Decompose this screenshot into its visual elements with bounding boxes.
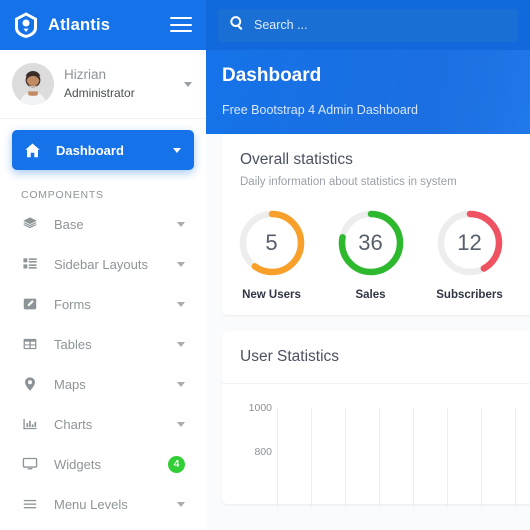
status-badge: 4 xyxy=(168,455,185,473)
sidebar-item-forms[interactable]: Forms xyxy=(0,284,206,324)
chevron-down-icon[interactable] xyxy=(177,221,185,227)
sidebar-item-dashboard-wrap: Dashboard xyxy=(0,130,206,170)
chevron-down-icon[interactable] xyxy=(177,501,185,507)
table-icon xyxy=(22,336,43,352)
chevron-down-icon[interactable] xyxy=(177,341,185,347)
stat-value: 12 xyxy=(457,230,482,255)
donut-chart-new-users: 5 xyxy=(237,208,307,278)
sidebar-item-label: Menu Levels xyxy=(54,496,128,512)
sidebar-item-label: Base xyxy=(54,216,84,232)
y-axis-tick: 800 xyxy=(254,446,272,458)
menu-lines-icon xyxy=(22,496,43,512)
donut-chart-subscribers: 12 xyxy=(435,208,505,278)
bar-chart-icon xyxy=(22,416,43,432)
card-title: User Statistics xyxy=(240,348,340,365)
sidebar-item-base[interactable]: Base xyxy=(0,204,206,244)
stat-sales: 36 Sales xyxy=(321,208,420,301)
main-area: Search ... Dashboard Free Bootstrap 4 Ad… xyxy=(206,0,530,530)
sidebar-item-charts[interactable]: Charts xyxy=(0,404,206,444)
sidebar-item-widgets[interactable]: Widgets 4 xyxy=(0,444,206,484)
sidebar-nav: Dashboard COMPONENTS Base Sidebar Layout… xyxy=(0,119,206,524)
brand-name: Atlantis xyxy=(48,15,111,34)
chevron-down-icon[interactable] xyxy=(184,81,192,87)
pencil-square-icon xyxy=(22,296,43,312)
sidebar-item-label: Maps xyxy=(54,376,86,392)
gridline xyxy=(481,408,482,508)
chevron-down-icon[interactable] xyxy=(177,261,185,267)
stat-subscribers: 12 Subscribers xyxy=(420,208,519,301)
sidebar-user-box[interactable]: Hizrian Administrator xyxy=(0,50,206,119)
gridline xyxy=(311,408,312,508)
map-pin-icon xyxy=(22,376,43,392)
user-statistics-card: User Statistics 1000 800 xyxy=(222,331,530,508)
page-title: Dashboard xyxy=(222,65,322,86)
dashboard-screen: Atlantis Hizrian Administrator Dashboard… xyxy=(0,0,530,530)
user-statistics-chart: 1000 800 xyxy=(222,384,530,508)
sidebar-item-label: Widgets xyxy=(54,456,101,472)
chevron-down-icon[interactable] xyxy=(177,421,185,427)
overall-statistics-card: Overall statistics Daily information abo… xyxy=(222,134,530,315)
search-input[interactable]: Search ... xyxy=(218,8,518,42)
sidebar-logo-header: Atlantis xyxy=(0,0,206,50)
stat-label: Subscribers xyxy=(436,289,503,301)
sidebar-item-tables[interactable]: Tables xyxy=(0,324,206,364)
chevron-down-icon[interactable] xyxy=(177,381,185,387)
sidebar-item-label: Charts xyxy=(54,416,93,432)
donut-row: 5 New Users 36 Sales 12 Subscribers xyxy=(222,188,530,315)
gridline xyxy=(515,408,516,508)
avatar xyxy=(12,63,54,105)
gridline xyxy=(345,408,346,508)
sidebar-item-label: Sidebar Layouts xyxy=(54,256,148,272)
home-icon xyxy=(24,142,44,159)
card-subtitle: Daily information about statistics in sy… xyxy=(240,176,457,188)
sidebar-item-label: Forms xyxy=(54,296,91,312)
stat-label: Sales xyxy=(355,289,386,301)
sidebar-item-dashboard[interactable]: Dashboard xyxy=(12,130,194,170)
chevron-down-icon[interactable] xyxy=(173,147,181,153)
layers-icon xyxy=(22,216,43,232)
sidebar-item-menu-levels[interactable]: Menu Levels xyxy=(0,484,206,524)
atlantis-hexagon-logo-icon xyxy=(13,11,39,39)
user-role: Administrator xyxy=(64,85,135,100)
stat-value: 36 xyxy=(358,230,383,255)
overall-statistics-header: Overall statistics Daily information abo… xyxy=(222,134,530,188)
user-statistics-header: User Statistics xyxy=(222,331,530,384)
page-subtitle: Free Bootstrap 4 Admin Dashboard xyxy=(222,103,418,117)
user-name: Hizrian xyxy=(64,67,107,83)
search-placeholder: Search ... xyxy=(254,18,308,32)
hamburger-menu-icon[interactable] xyxy=(170,17,192,33)
sidebar: Atlantis Hizrian Administrator Dashboard… xyxy=(0,0,206,530)
stat-new-users: 5 New Users xyxy=(222,208,321,301)
sidebar-item-label-dashboard: Dashboard xyxy=(56,142,124,158)
gridline xyxy=(379,408,380,508)
user-meta: Hizrian Administrator xyxy=(64,66,184,102)
sidebar-item-sidebar-layouts[interactable]: Sidebar Layouts xyxy=(0,244,206,284)
chevron-down-icon[interactable] xyxy=(177,301,185,307)
page-banner: Dashboard Free Bootstrap 4 Admin Dashboa… xyxy=(206,50,530,134)
gridline xyxy=(447,408,448,508)
card-title: Overall statistics xyxy=(240,151,353,168)
content-area: Overall statistics Daily information abo… xyxy=(206,134,530,508)
y-axis-tick: 1000 xyxy=(248,402,272,414)
gridline xyxy=(277,408,278,508)
topbar: Search ... xyxy=(206,0,530,50)
sidebar-item-maps[interactable]: Maps xyxy=(0,364,206,404)
gridline xyxy=(413,408,414,508)
stat-value: 5 xyxy=(265,230,278,255)
list-grid-icon xyxy=(22,256,43,272)
stat-label: New Users xyxy=(242,289,301,301)
monitor-icon xyxy=(22,456,43,472)
search-icon xyxy=(229,15,245,36)
sidebar-item-label: Tables xyxy=(54,336,92,352)
donut-chart-sales: 36 xyxy=(336,208,406,278)
sidebar-section-components: COMPONENTS xyxy=(21,189,104,201)
